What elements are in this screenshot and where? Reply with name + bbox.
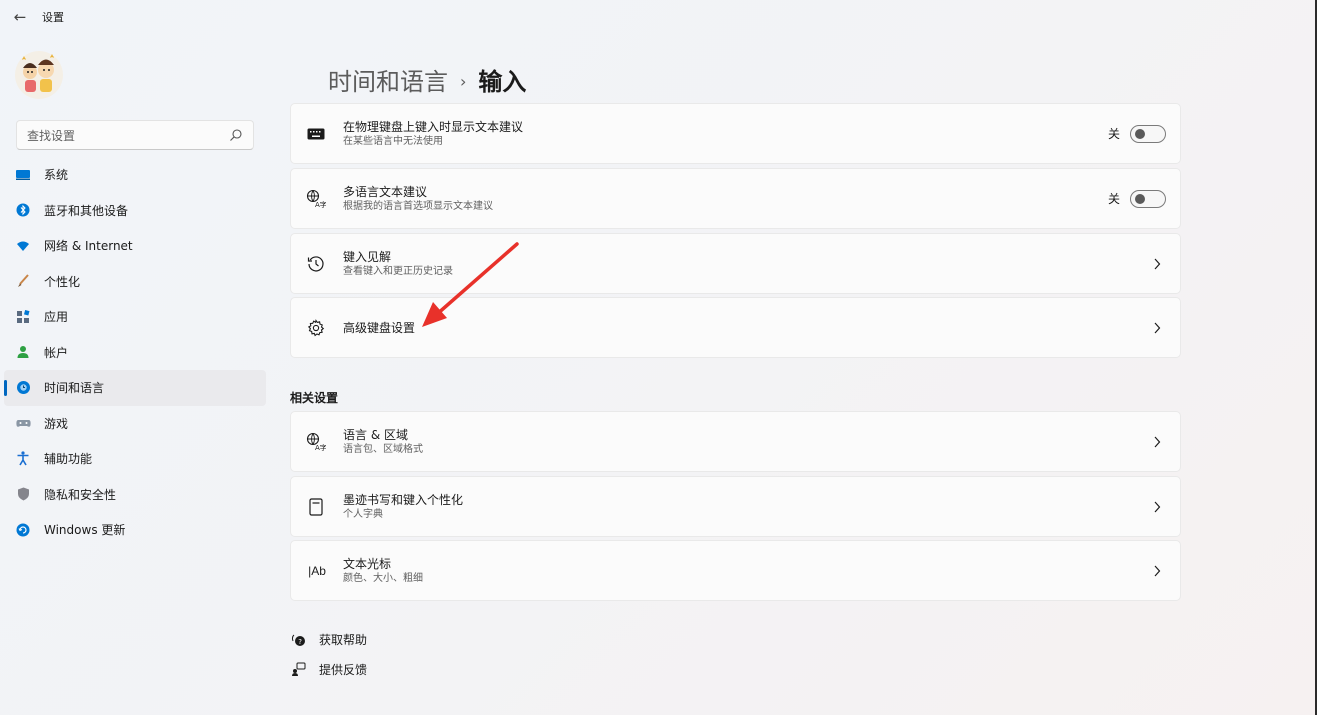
sidebar-item-accessibility[interactable]: 辅助功能 bbox=[4, 441, 266, 477]
card-subtitle: 查看键入和更正历史记录 bbox=[343, 265, 453, 277]
svg-text:A字: A字 bbox=[315, 200, 326, 209]
toggle-knob bbox=[1135, 128, 1145, 139]
card-title: 文本光标 bbox=[343, 556, 392, 571]
avatar-image bbox=[15, 51, 63, 99]
sidebar-item-system[interactable]: 系统 bbox=[4, 157, 266, 193]
sidebar-item-gaming[interactable]: 游戏 bbox=[4, 406, 266, 442]
card-subtitle: 在某些语言中无法使用 bbox=[343, 135, 443, 147]
search-placeholder: 查找设置 bbox=[27, 128, 76, 143]
card-subtitle: 颜色、大小、粗细 bbox=[343, 572, 423, 584]
page-title: 输入 bbox=[478, 68, 527, 96]
toggle-knob bbox=[1135, 193, 1145, 204]
toggle-switch[interactable] bbox=[1130, 124, 1166, 143]
toggle-group: 关 bbox=[1107, 189, 1166, 208]
keyboard-icon bbox=[306, 124, 326, 144]
chevron-right-icon bbox=[1150, 257, 1164, 271]
related-card-text-cursor[interactable]: |Ab 文本光标 颜色、大小、粗细 bbox=[290, 540, 1181, 601]
card-title: 在物理键盘上键入时显示文本建议 bbox=[343, 119, 524, 134]
card-title: 高级键盘设置 bbox=[343, 320, 416, 335]
brush-icon bbox=[15, 273, 31, 289]
card-subtitle: 语言包、区域格式 bbox=[343, 443, 423, 455]
give-feedback-link[interactable]: 提供反馈 bbox=[290, 661, 367, 678]
related-card-language-region[interactable]: A字 语言 & 区域 语言包、区域格式 bbox=[290, 411, 1181, 472]
related-settings-heading: 相关设置 bbox=[290, 391, 339, 405]
search-icon bbox=[229, 128, 243, 142]
bluetooth-icon bbox=[15, 202, 31, 218]
toggle-switch[interactable] bbox=[1130, 189, 1166, 208]
language-icon: A字 bbox=[306, 189, 326, 209]
help-icon: ? bbox=[290, 632, 306, 648]
shield-icon bbox=[15, 486, 31, 502]
card-subtitle: 根据我的语言首选项显示文本建议 bbox=[343, 200, 493, 212]
give-feedback-label: 提供反馈 bbox=[319, 663, 368, 677]
sidebar-item-network[interactable]: 网络 & Internet bbox=[4, 228, 266, 264]
back-button[interactable]: ← bbox=[0, 0, 40, 34]
setting-card-physical-keyboard-suggestions[interactable]: 在物理键盘上键入时显示文本建议 在某些语言中无法使用 关 bbox=[290, 103, 1181, 164]
card-title: 墨迹书写和键入个性化 bbox=[343, 492, 464, 507]
person-icon bbox=[15, 344, 31, 360]
toggle-state-label: 关 bbox=[1107, 192, 1120, 206]
card-title: 键入见解 bbox=[343, 249, 392, 264]
toggle-state-label: 关 bbox=[1107, 127, 1120, 141]
card-title: 多语言文本建议 bbox=[343, 184, 428, 199]
chevron-right-icon bbox=[1150, 321, 1164, 335]
sidebar-item-apps[interactable]: 应用 bbox=[4, 299, 266, 335]
gear-icon bbox=[306, 318, 326, 338]
history-icon bbox=[306, 254, 326, 274]
chevron-right-icon bbox=[1150, 435, 1164, 449]
sidebar-item-bluetooth[interactable]: 蓝牙和其他设备 bbox=[4, 193, 266, 229]
selection-indicator bbox=[4, 380, 7, 396]
sidebar-item-accounts[interactable]: 帐户 bbox=[4, 335, 266, 371]
chevron-right-icon bbox=[1150, 500, 1164, 514]
get-help-link[interactable]: ? 获取帮助 bbox=[290, 631, 367, 648]
setting-card-typing-insights[interactable]: 键入见解 查看键入和更正历史记录 bbox=[290, 233, 1181, 294]
svg-text:?: ? bbox=[298, 638, 302, 646]
chevron-right-icon bbox=[1150, 564, 1164, 578]
sidebar-item-personalization[interactable]: 个性化 bbox=[4, 264, 266, 300]
related-card-ink-typing[interactable]: 墨迹书写和键入个性化 个人字典 bbox=[290, 476, 1181, 537]
app-title: 设置 bbox=[42, 11, 64, 24]
update-icon bbox=[15, 522, 31, 538]
sidebar-nav: 系统 蓝牙和其他设备 网络 & Internet 个性化 应用 帐户 时间和语言… bbox=[4, 157, 266, 548]
display-icon bbox=[15, 167, 31, 183]
get-help-label: 获取帮助 bbox=[319, 633, 368, 647]
svg-text:A字: A字 bbox=[315, 443, 326, 452]
card-title: 语言 & 区域 bbox=[343, 427, 408, 442]
avatar[interactable] bbox=[14, 50, 64, 100]
search-input[interactable]: 查找设置 bbox=[16, 120, 254, 150]
sidebar-item-time-language[interactable]: 时间和语言 bbox=[4, 370, 266, 406]
text-cursor-icon: |Ab bbox=[308, 563, 326, 578]
back-arrow-icon: ← bbox=[13, 8, 27, 26]
breadcrumb-separator: › bbox=[460, 72, 467, 91]
card-subtitle: 个人字典 bbox=[343, 508, 383, 520]
breadcrumb: 时间和语言 › 输入 bbox=[328, 62, 526, 97]
notebook-icon bbox=[306, 497, 326, 517]
setting-card-multilingual-suggestions[interactable]: A字 多语言文本建议 根据我的语言首选项显示文本建议 关 bbox=[290, 168, 1181, 229]
toggle-group: 关 bbox=[1107, 124, 1166, 143]
globe-clock-icon bbox=[15, 380, 31, 396]
setting-card-advanced-keyboard[interactable]: 高级键盘设置 bbox=[290, 297, 1181, 358]
language-icon: A字 bbox=[306, 432, 326, 452]
breadcrumb-parent[interactable]: 时间和语言 bbox=[328, 62, 448, 97]
title-bar: ← 设置 bbox=[0, 0, 1317, 34]
wifi-icon bbox=[15, 238, 31, 254]
sidebar-item-windows-update[interactable]: Windows 更新 bbox=[4, 512, 266, 548]
feedback-icon bbox=[290, 662, 306, 678]
accessibility-icon bbox=[15, 451, 31, 467]
gamepad-icon bbox=[15, 415, 31, 431]
sidebar-item-privacy[interactable]: 隐私和安全性 bbox=[4, 477, 266, 513]
apps-icon bbox=[15, 309, 31, 325]
